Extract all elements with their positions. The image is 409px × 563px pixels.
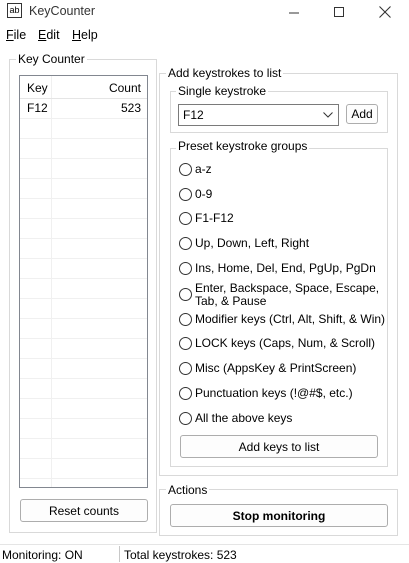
radio-arrow-keys[interactable] (179, 237, 192, 250)
radio-0-9[interactable] (179, 188, 192, 201)
radio-misc-keys-label[interactable]: Misc (AppsKey & PrintScreen) (195, 362, 356, 375)
radio-editing-keys-label[interactable]: Enter, Backspace, Space, Escape, Tab, & … (195, 282, 379, 308)
key-counter-group-label: Key Counter (16, 52, 87, 66)
menu-help-accel: H (72, 28, 82, 42)
status-total-keystrokes: Total keystrokes: 523 (124, 548, 237, 562)
radio-editing-keys[interactable] (179, 288, 192, 301)
status-monitoring: Monitoring: ON (2, 548, 83, 562)
empty-row (20, 298, 147, 319)
radio-navigation-keys-label[interactable]: Ins, Home, Del, End, PgUp, PgDn (195, 262, 376, 275)
minimize-button[interactable] (271, 0, 317, 24)
radio-arrow-keys-label[interactable]: Up, Down, Left, Right (195, 237, 309, 250)
radio-punctuation-keys[interactable] (179, 387, 192, 400)
column-header-key[interactable]: Key (27, 81, 48, 95)
chevron-down-icon (323, 112, 333, 118)
radio-lock-keys-label[interactable]: LOCK keys (Caps, Num, & Scroll) (195, 337, 375, 350)
empty-row (20, 278, 147, 299)
menu-bar (0, 26, 409, 46)
menu-file[interactable]: File (6, 28, 26, 42)
empty-row (20, 318, 147, 339)
empty-row (20, 238, 147, 259)
empty-row (20, 158, 147, 179)
menu-file-label: ile (13, 28, 27, 42)
single-keystroke-group-label: Single keystroke (176, 84, 269, 98)
menu-edit-label: dit (46, 28, 60, 42)
empty-row (20, 358, 147, 379)
radio-modifier-keys-label[interactable]: Modifier keys (Ctrl, Alt, Shift, & Win) (195, 313, 385, 326)
empty-row (20, 418, 147, 439)
add-keystrokes-group-label: Add keystrokes to list (166, 66, 284, 80)
close-icon (379, 6, 391, 18)
menu-edit[interactable]: Edit (38, 28, 60, 42)
empty-row (20, 118, 147, 139)
add-keys-to-list-button[interactable]: Add keys to list (180, 435, 378, 458)
actions-group-label: Actions (166, 483, 210, 497)
radio-all-keys[interactable] (179, 412, 192, 425)
keystroke-select-value: F12 (183, 108, 204, 122)
minimize-icon (288, 12, 299, 13)
radio-lock-keys[interactable] (179, 337, 192, 350)
maximize-button[interactable] (316, 0, 362, 24)
radio-punctuation-keys-label[interactable]: Punctuation keys (!@#$, etc.) (195, 387, 353, 400)
empty-row (20, 398, 147, 419)
empty-row (20, 458, 147, 479)
row-count: 523 (120, 101, 141, 115)
app-icon: ab (7, 3, 22, 18)
radio-f1-f12[interactable] (179, 212, 192, 225)
radio-all-keys-label[interactable]: All the above keys (195, 412, 292, 425)
table-row[interactable]: F12 523 (20, 98, 147, 119)
column-header-count[interactable]: Count (109, 81, 141, 95)
empty-row (20, 138, 147, 159)
radio-modifier-keys[interactable] (179, 313, 192, 326)
radio-a-z[interactable] (179, 163, 192, 176)
status-divider (119, 546, 120, 562)
empty-row (20, 378, 147, 399)
preset-groups-group-label: Preset keystroke groups (176, 139, 310, 153)
radio-f1-f12-label[interactable]: F1-F12 (195, 212, 234, 225)
empty-row (20, 218, 147, 239)
empty-row (20, 178, 147, 199)
radio-misc-keys[interactable] (179, 362, 192, 375)
menu-help[interactable]: Help (72, 28, 98, 42)
radio-a-z-label[interactable]: a-z (195, 163, 212, 176)
row-key: F12 (27, 101, 48, 115)
reset-counts-button[interactable]: Reset counts (20, 499, 148, 522)
empty-row (20, 198, 147, 219)
menu-help-label: elp (81, 28, 98, 42)
add-single-button[interactable]: Add (346, 104, 378, 124)
stop-monitoring-button[interactable]: Stop monitoring (170, 504, 388, 527)
keystroke-select[interactable]: F12 (178, 104, 339, 126)
app-icon-text: ab (9, 5, 20, 15)
maximize-icon (333, 6, 344, 17)
empty-row (20, 338, 147, 359)
menu-file-accel: F (6, 28, 14, 42)
close-button[interactable] (362, 0, 408, 24)
list-header: Key Count (20, 76, 147, 99)
window-title: KeyCounter (29, 4, 96, 18)
radio-0-9-label[interactable]: 0-9 (195, 188, 212, 201)
radio-navigation-keys[interactable] (179, 262, 192, 275)
empty-row (20, 438, 147, 459)
key-list[interactable]: Key Count F12 523 (19, 75, 148, 488)
empty-row (20, 258, 147, 279)
